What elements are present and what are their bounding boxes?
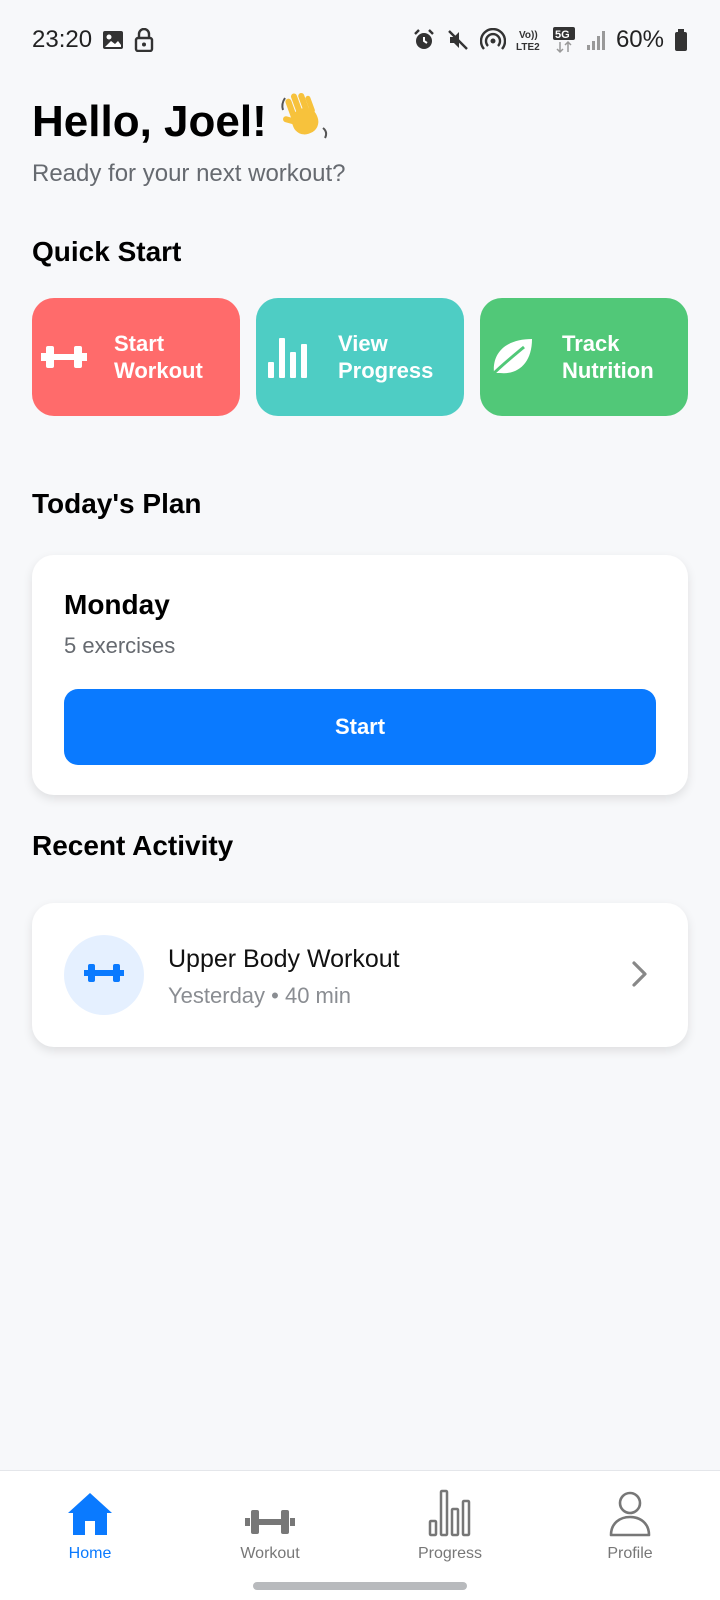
- waving-hand-icon: [277, 88, 333, 155]
- nav-progress-label: Progress: [417, 1545, 483, 1562]
- nav-workout[interactable]: Workout: [210, 1485, 330, 1563]
- status-bar: 23:20 Vo)) LTE2 5G 60%: [0, 0, 720, 80]
- quick-start-row: Start Workout View Progress Track Nutrit…: [32, 298, 688, 416]
- svg-text:LTE2: LTE2: [516, 42, 540, 53]
- signal-icon: [586, 29, 606, 51]
- activity-title: Upper Body Workout: [168, 945, 400, 973]
- nav-home[interactable]: Home: [30, 1485, 150, 1563]
- dumbbell-icon: [32, 342, 96, 372]
- view-progress-button[interactable]: View Progress: [256, 298, 464, 416]
- todays-plan-card: Monday 5 exercises Start: [32, 555, 688, 795]
- track-nutrition-label: Track Nutrition: [562, 331, 654, 383]
- hotspot-icon: [479, 28, 506, 52]
- activity-avatar: [64, 935, 144, 1015]
- quick-start-title: Quick Start: [32, 236, 182, 267]
- start-workout-button[interactable]: Start Workout: [32, 298, 240, 416]
- plan-exercise-count: 5 exercises: [64, 633, 176, 658]
- recent-activity-title: Recent Activity: [32, 830, 234, 861]
- battery-icon: [674, 28, 688, 52]
- view-progress-label: View Progress: [338, 331, 434, 383]
- track-nutrition-button[interactable]: Track Nutrition: [480, 298, 688, 416]
- nav-home-label: Home: [68, 1545, 112, 1562]
- home-indicator[interactable]: [253, 1582, 467, 1590]
- dumbbell-icon: [245, 1485, 295, 1537]
- activity-meta: Yesterday • 40 min: [168, 983, 351, 1008]
- home-icon: [66, 1485, 114, 1537]
- bar-chart-icon: [256, 336, 320, 378]
- volte-icon: Vo)) LTE2: [516, 27, 542, 53]
- svg-text:5G: 5G: [555, 29, 570, 41]
- chevron-right-icon[interactable]: [630, 959, 650, 994]
- greeting-text: Hello, Joel!: [32, 96, 267, 146]
- svg-text:Vo)): Vo)): [519, 30, 538, 41]
- start-plan-button[interactable]: Start: [64, 689, 656, 765]
- plan-day: Monday: [64, 589, 170, 620]
- lock-icon: [134, 28, 154, 52]
- status-time: 23:20: [32, 26, 93, 53]
- battery-percent: 60%: [615, 26, 664, 53]
- dumbbell-icon: [84, 960, 124, 991]
- greeting-subtitle: Ready for your next workout?: [32, 160, 346, 187]
- start-workout-label: Start Workout: [114, 331, 203, 383]
- nav-progress[interactable]: Progress: [390, 1485, 510, 1563]
- nav-profile[interactable]: Profile: [570, 1485, 690, 1563]
- nav-profile-label: Profile: [607, 1545, 653, 1562]
- leaf-icon: [480, 337, 544, 377]
- nav-workout-label: Workout: [240, 1545, 300, 1562]
- bar-chart-icon: [428, 1485, 472, 1537]
- greeting-heading: Hello, Joel!: [32, 88, 333, 155]
- image-icon: [102, 29, 124, 51]
- bottom-nav: Home Workout Progress Profile: [0, 1470, 720, 1600]
- mute-icon: [446, 28, 470, 52]
- activity-item[interactable]: Upper Body Workout Yesterday • 40 min: [32, 903, 688, 1047]
- user-icon: [608, 1485, 652, 1537]
- alarm-icon: [412, 28, 436, 52]
- todays-plan-title: Today's Plan: [32, 488, 202, 519]
- 5g-icon: 5G: [552, 26, 576, 54]
